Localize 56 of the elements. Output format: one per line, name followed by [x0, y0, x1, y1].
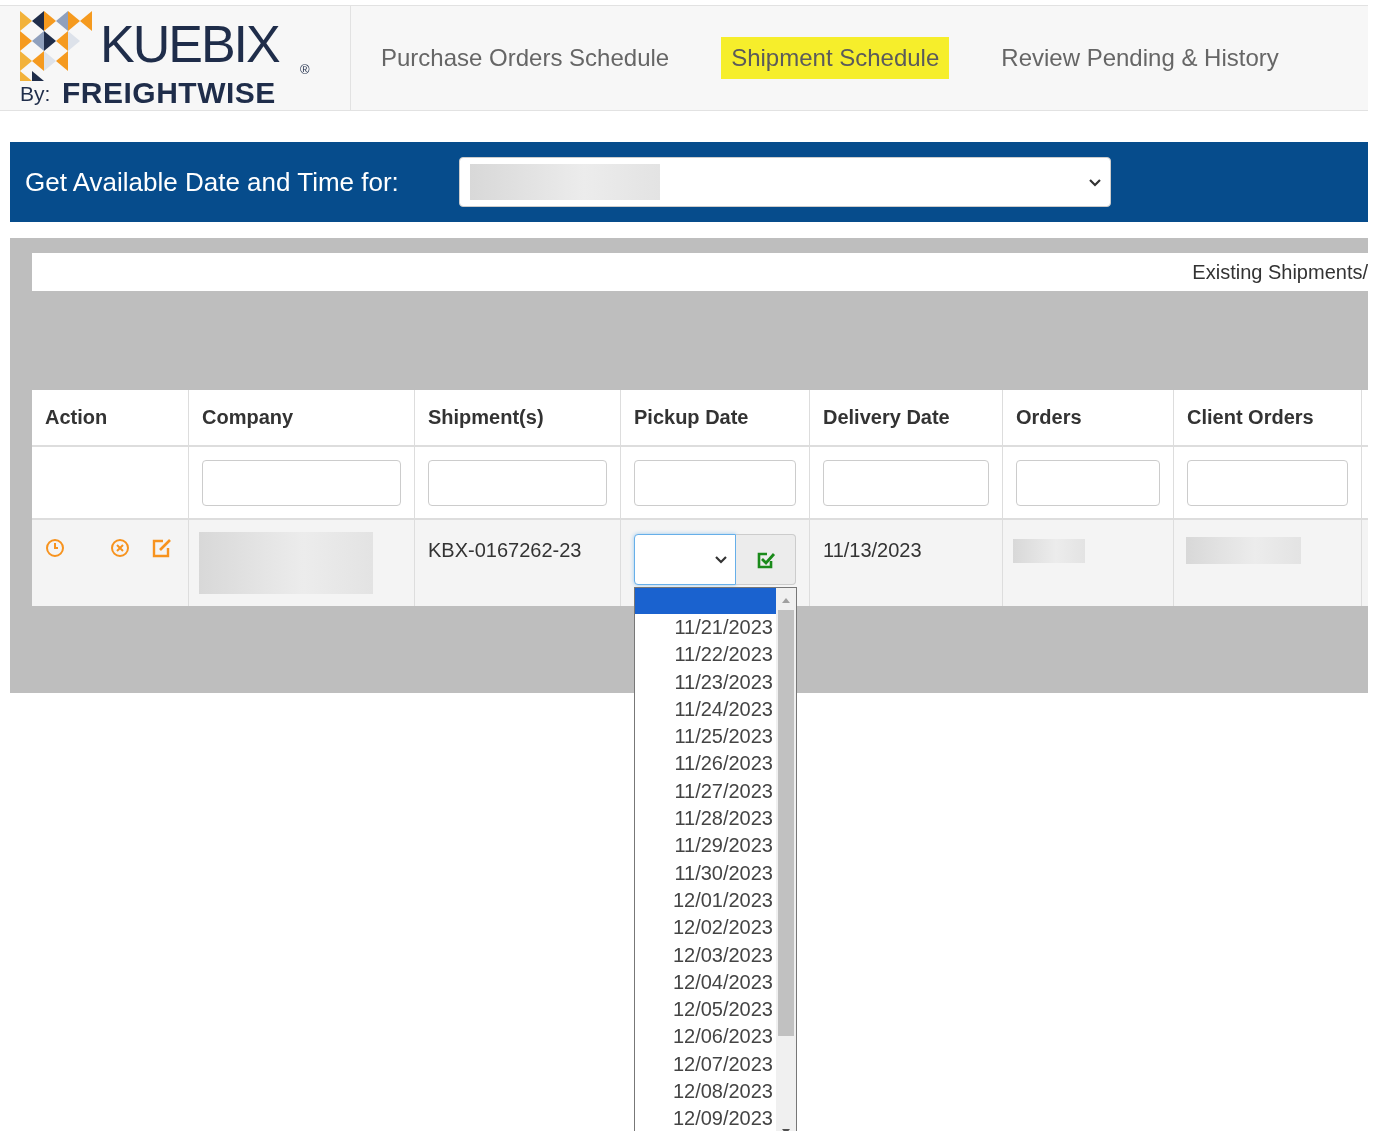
date-option[interactable]: 11/26/2023	[635, 750, 776, 778]
filter-field[interactable]	[1187, 459, 1348, 506]
date-option[interactable]: 12/09/2023	[635, 1105, 776, 1131]
date-option[interactable]: 11/27/2023	[635, 777, 776, 806]
cancel-icon[interactable]	[110, 538, 130, 558]
redacted-block	[1013, 539, 1085, 563]
date-option[interactable]: 12/03/2023	[635, 941, 776, 969]
chevron-down-icon	[714, 554, 729, 565]
pickup-date-select[interactable]	[634, 534, 737, 585]
nav-tab[interactable]: Shipment Schedule	[721, 37, 950, 79]
scrollbar-thumb[interactable]	[778, 610, 794, 1036]
logo-by-text: By:	[20, 82, 51, 106]
date-option[interactable]: 12/08/2023	[635, 1078, 776, 1106]
clock-icon[interactable]	[45, 538, 65, 558]
registered-mark: ®	[300, 62, 310, 77]
column-header: Company	[189, 390, 415, 445]
column-header: Shipment(s)	[415, 390, 621, 445]
column-header: Orders	[1003, 390, 1174, 445]
date-option[interactable]: 12/05/2023	[635, 996, 776, 1024]
filter-field[interactable]	[823, 459, 989, 506]
filter-field[interactable]	[1016, 459, 1160, 506]
scrollbar[interactable]	[776, 588, 796, 1131]
column-header: Client Orders	[1174, 390, 1362, 445]
filter-field[interactable]	[202, 459, 401, 506]
date-option[interactable]: 12/07/2023	[635, 1050, 776, 1079]
date-bar-label: Get Available Date and Time for:	[25, 166, 400, 198]
notice-text: Existing Shipments/	[1192, 260, 1368, 284]
edit-icon[interactable]	[151, 538, 173, 558]
date-option[interactable]: 11/25/2023	[635, 723, 776, 751]
shipment-select[interactable]	[459, 157, 1111, 207]
date-option[interactable]: 12/04/2023	[635, 968, 776, 997]
logo-mosaic-icon	[20, 11, 94, 81]
date-option[interactable]: 11/24/2023	[635, 695, 776, 724]
date-option[interactable]: 11/23/2023	[635, 668, 776, 696]
nav-tab[interactable]: Review Pending & History	[991, 37, 1289, 79]
table-cell: 11/13/2023	[810, 520, 1003, 606]
column-header: Pickup Date	[621, 390, 810, 445]
logo-wordmark: KUEBIX	[100, 18, 279, 70]
date-option[interactable]: 11/29/2023	[635, 832, 776, 860]
logo-subbrand: FREIGHTWISE	[62, 76, 276, 110]
date-option[interactable]: 12/01/2023	[635, 886, 776, 915]
date-option[interactable]: 11/28/2023	[635, 805, 776, 833]
date-option[interactable]: 12/06/2023	[635, 1023, 776, 1051]
date-option[interactable]: 11/22/2023	[635, 641, 776, 669]
table-cell: KBX-0167262-23	[415, 520, 621, 606]
confirm-button[interactable]	[736, 534, 796, 585]
column-header: Delivery Date	[810, 390, 1003, 445]
column-header: Action	[32, 390, 189, 445]
filter-field[interactable]	[634, 459, 796, 506]
date-option[interactable]: 12/02/2023	[635, 914, 776, 942]
filter-field[interactable]	[428, 459, 607, 506]
date-option[interactable]: 11/21/2023	[635, 614, 776, 642]
chevron-down-icon	[1088, 178, 1102, 188]
scroll-up-icon[interactable]	[781, 596, 791, 604]
date-option[interactable]: 11/30/2023	[635, 859, 776, 887]
nav-tab[interactable]: Purchase Orders Schedule	[371, 37, 680, 79]
